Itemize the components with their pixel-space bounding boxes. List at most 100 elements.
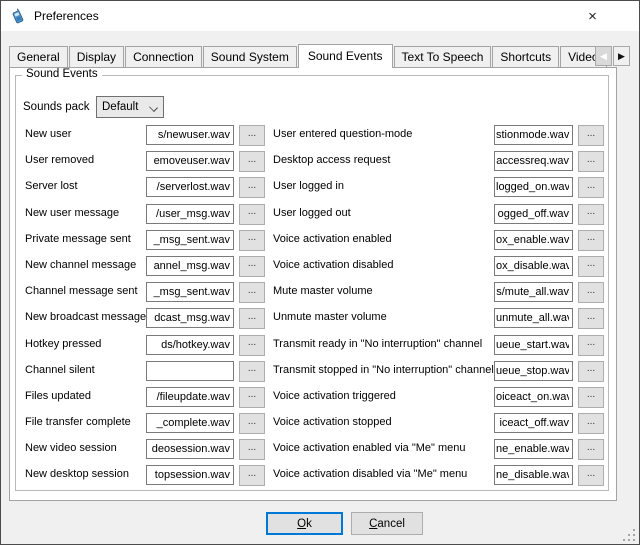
tab-scroll-right-icon[interactable]: ▶ [613,46,630,66]
browse-button[interactable]: ... [578,387,604,408]
ok-button-label: k [306,518,312,530]
groupbox-title: Sound Events [22,68,102,80]
tab-text-to-speech[interactable]: Text To Speech [394,46,492,68]
sound-file-input[interactable] [146,177,234,197]
sound-event-label: Voice activation enabled [273,233,392,245]
sound-event-label: User logged in [273,180,344,192]
resize-grip[interactable] [623,528,636,541]
tab-sound-system[interactable]: Sound System [203,46,297,68]
sound-file-input[interactable] [494,125,573,145]
sound-file-input[interactable] [494,361,573,381]
tab-sound-events[interactable]: Sound Events [298,44,393,68]
sound-event-row: Unmute master volume ... [273,306,605,332]
sounds-pack-select[interactable]: Default [96,96,164,118]
sound-event-label: File transfer complete [25,416,131,428]
browse-button[interactable]: ... [578,465,604,486]
titlebar[interactable]: Preferences × [1,1,639,31]
browse-button[interactable]: ... [239,125,265,146]
browse-button[interactable]: ... [578,230,604,251]
browse-button[interactable]: ... [239,151,265,172]
browse-button[interactable]: ... [239,387,265,408]
browse-button[interactable]: ... [578,335,604,356]
browse-button[interactable]: ... [239,230,265,251]
sound-event-label: User removed [25,154,94,166]
sound-file-input[interactable] [146,230,234,250]
browse-button[interactable]: ... [578,439,604,460]
tab-general[interactable]: General [9,46,68,68]
sound-file-input[interactable] [146,439,234,459]
sound-file-input[interactable] [494,256,573,276]
sound-file-input[interactable] [146,125,234,145]
sound-event-row: Voice activation disabled ... [273,254,605,280]
sound-file-input[interactable] [146,256,234,276]
browse-button[interactable]: ... [578,256,604,277]
sound-file-input[interactable] [146,282,234,302]
ok-button-mnemonic: O [297,518,306,530]
cancel-button[interactable]: Cancel [351,512,423,535]
browse-button[interactable]: ... [239,361,265,382]
sound-file-input[interactable] [146,151,234,171]
ok-button[interactable]: Ok [266,512,343,535]
tab-connection[interactable]: Connection [125,46,202,68]
browse-button[interactable]: ... [578,204,604,225]
browse-button[interactable]: ... [239,413,265,434]
tab-display[interactable]: Display [69,46,124,68]
sound-event-row: New desktop session ... [25,463,265,489]
sound-event-label: Transmit stopped in "No interruption" ch… [273,364,494,376]
sounds-pack-value: Default [102,101,138,113]
sound-file-input[interactable] [494,282,573,302]
browse-button[interactable]: ... [578,151,604,172]
browse-button[interactable]: ... [239,256,265,277]
sound-file-input[interactable] [146,465,234,485]
sound-event-label: New broadcast message [25,311,146,323]
browse-button[interactable]: ... [578,125,604,146]
sound-event-row: Transmit stopped in "No interruption" ch… [273,359,605,385]
browse-button[interactable]: ... [578,282,604,303]
window-title: Preferences [34,9,99,23]
browse-button[interactable]: ... [239,308,265,329]
sound-event-label: New user [25,128,71,140]
sound-file-input[interactable] [146,387,234,407]
sound-event-row: Transmit ready in "No interruption" chan… [273,333,605,359]
sound-event-label: User logged out [273,207,351,219]
sound-event-row: Mute master volume ... [273,280,605,306]
sound-event-label: Desktop access request [273,154,390,166]
sound-file-input[interactable] [494,151,573,171]
browse-button[interactable]: ... [239,204,265,225]
browse-button[interactable]: ... [578,308,604,329]
sound-file-input[interactable] [494,204,573,224]
sound-file-input[interactable] [494,465,573,485]
sound-event-label: Voice activation triggered [273,390,396,402]
sound-file-input[interactable] [146,335,234,355]
sound-file-input[interactable] [494,439,573,459]
sounds-pack-label: Sounds pack [23,101,90,113]
sound-event-row: Private message sent ... [25,228,265,254]
browse-button[interactable]: ... [239,177,265,198]
browse-button[interactable]: ... [578,361,604,382]
browse-button[interactable]: ... [239,439,265,460]
sound-file-input[interactable] [494,308,573,328]
close-button[interactable]: × [570,1,615,31]
browse-button[interactable]: ... [239,282,265,303]
sound-file-input[interactable] [494,335,573,355]
sound-file-input[interactable] [146,361,234,381]
tab-strip: GeneralDisplayConnectionSound SystemSoun… [9,42,615,68]
sound-event-row: Voice activation triggered ... [273,385,605,411]
sound-file-input[interactable] [146,413,234,433]
sound-event-label: New channel message [25,259,136,271]
sound-event-label: Files updated [25,390,91,402]
sound-file-input[interactable] [494,387,573,407]
sound-file-input[interactable] [494,177,573,197]
sound-event-label: Voice activation stopped [273,416,392,428]
tab-scroll-left-icon[interactable]: ◀ [595,46,612,66]
tab-shortcuts[interactable]: Shortcuts [492,46,559,68]
sound-file-input[interactable] [494,230,573,250]
browse-button[interactable]: ... [239,335,265,356]
sound-event-label: Voice activation disabled via "Me" menu [273,468,467,480]
browse-button[interactable]: ... [239,465,265,486]
browse-button[interactable]: ... [578,177,604,198]
sound-file-input[interactable] [146,308,234,328]
browse-button[interactable]: ... [578,413,604,434]
sound-file-input[interactable] [146,204,234,224]
sound-file-input[interactable] [494,413,573,433]
